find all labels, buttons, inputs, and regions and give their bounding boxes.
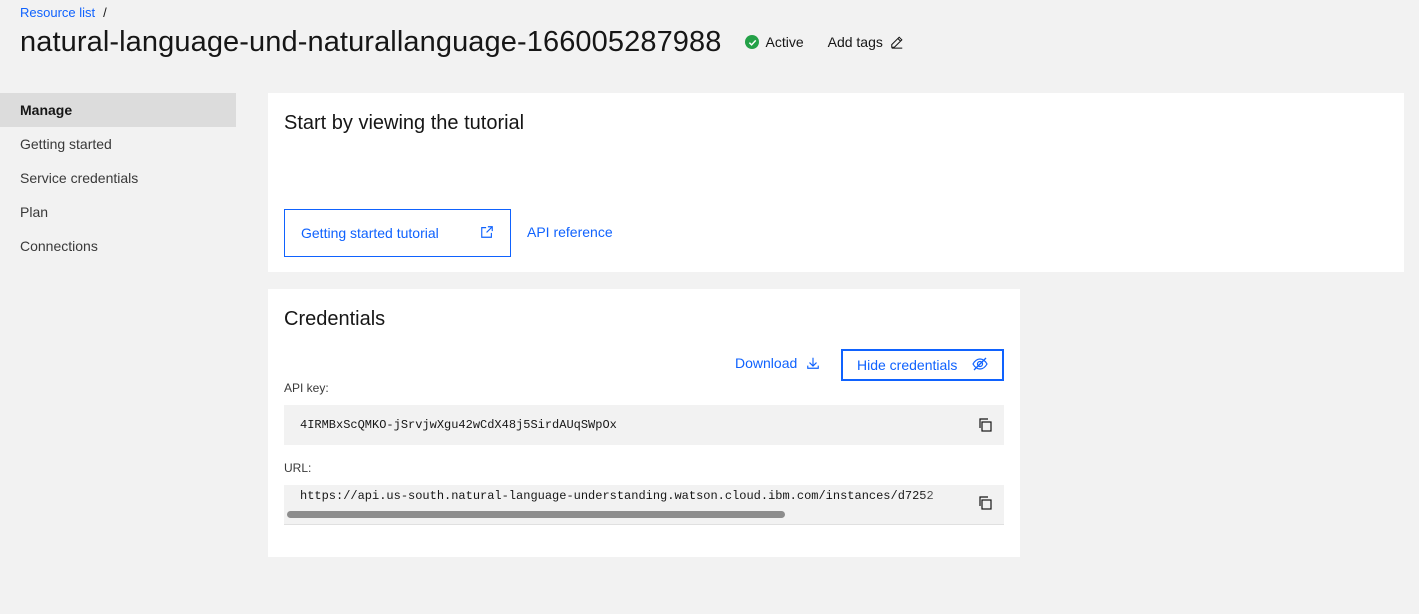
add-tags-label: Add tags xyxy=(827,34,883,50)
hide-credentials-label: Hide credentials xyxy=(857,357,958,373)
url-horizontal-scrollbar[interactable] xyxy=(287,511,785,518)
download-icon xyxy=(806,356,820,370)
status-badge: Active xyxy=(745,34,804,50)
getting-started-tutorial-button[interactable]: Getting started tutorial xyxy=(284,209,511,257)
launch-icon xyxy=(480,225,494,242)
download-button[interactable]: Download xyxy=(735,355,820,371)
sidebar-item-connections[interactable]: Connections xyxy=(0,229,236,263)
breadcrumb: Resource list / xyxy=(20,5,107,20)
sidebar-item-plan[interactable]: Plan xyxy=(0,195,236,229)
api-reference-link[interactable]: API reference xyxy=(527,224,613,240)
hide-credentials-button[interactable]: Hide credentials xyxy=(841,349,1004,381)
sidebar-item-service-credentials[interactable]: Service credentials xyxy=(0,161,236,195)
breadcrumb-resource-list-link[interactable]: Resource list xyxy=(20,5,95,20)
tutorial-title: Start by viewing the tutorial xyxy=(284,112,525,134)
copy-url-button[interactable] xyxy=(976,494,994,512)
credentials-tile: Credentials Download Hide credentials AP… xyxy=(268,289,1020,557)
url-label: URL: xyxy=(284,461,312,475)
page-title: natural-language-und-naturallanguage-166… xyxy=(20,25,722,58)
credentials-title: Credentials xyxy=(284,308,386,330)
sidebar-item-getting-started[interactable]: Getting started xyxy=(0,127,236,161)
copy-icon xyxy=(979,496,992,510)
tutorial-button-label: Getting started tutorial xyxy=(301,225,439,241)
sidebar-item-manage[interactable]: Manage xyxy=(0,93,236,127)
title-row: natural-language-und-naturallanguage-166… xyxy=(20,24,904,60)
url-value: https://api.us-south.natural-language-un… xyxy=(300,489,960,503)
add-tags-button[interactable]: Add tags xyxy=(828,34,904,50)
status-text: Active xyxy=(765,34,804,50)
edit-icon xyxy=(890,35,904,49)
checkmark-filled-icon xyxy=(745,35,760,49)
view-off-icon xyxy=(972,356,988,375)
tutorial-tile: Start by viewing the tutorial Getting st… xyxy=(268,93,1404,272)
download-label: Download xyxy=(735,355,798,371)
api-key-label: API key: xyxy=(284,381,329,395)
api-key-value: 4IRMBxScQMKO-jSrvjwXgu42wCdX48j5SirdAUqS… xyxy=(300,418,617,432)
copy-api-key-button[interactable] xyxy=(976,416,994,434)
api-key-field: 4IRMBxScQMKO-jSrvjwXgu42wCdX48j5SirdAUqS… xyxy=(284,405,1004,445)
url-field: https://api.us-south.natural-language-un… xyxy=(284,485,1004,525)
copy-icon xyxy=(979,418,992,432)
sidebar: Manage Getting started Service credentia… xyxy=(0,93,236,263)
breadcrumb-separator: / xyxy=(103,5,107,20)
